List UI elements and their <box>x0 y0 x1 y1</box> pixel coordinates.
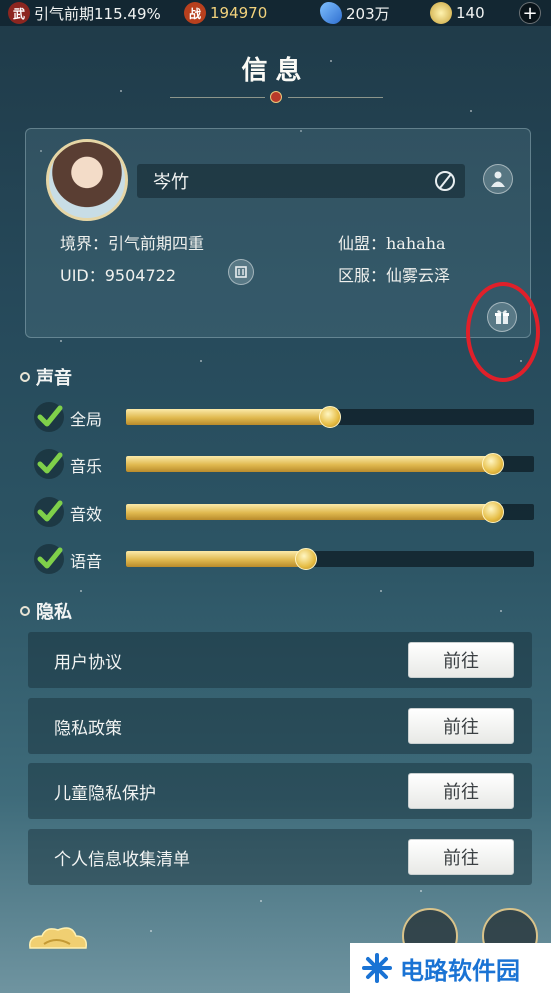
child-privacy-go-button[interactable]: 前往 <box>408 773 514 809</box>
jade-coin-icon <box>430 2 452 24</box>
privacy-row-info-collection: 个人信息收集清单 前往 <box>28 829 532 885</box>
uid-info: UID：9504722 <box>60 266 177 285</box>
highlight-circle <box>466 282 540 382</box>
privacy-row-child-privacy: 儿童隐私保护 前往 <box>28 763 532 819</box>
combat-power[interactable]: 战 194970 <box>184 0 267 26</box>
jade-counter[interactable]: 140 <box>430 0 485 26</box>
realm-progress[interactable]: 武 引气前期115.49% <box>8 0 161 26</box>
watermark-text: 电路软件园 <box>400 956 520 985</box>
sound-header-label: 声音 <box>36 368 72 389</box>
sound-slider-fill <box>126 409 330 425</box>
realm-info: 境界：引气前期四重 <box>60 234 205 253</box>
player-name: 岑竹 <box>153 172 189 193</box>
sound-slider-track[interactable] <box>126 453 534 475</box>
sound-slider-fill <box>126 504 494 520</box>
combat-power-icon: 战 <box>184 2 206 24</box>
row-label: 隐私政策 <box>54 718 122 739</box>
slider-knob-icon[interactable] <box>482 453 505 475</box>
sound-slider-label: 语音 <box>70 552 103 571</box>
title-divider-left <box>170 97 265 98</box>
privacy-row-privacy-policy: 隐私政策 前往 <box>28 698 532 754</box>
privacy-row-user-agreement: 用户协议 前往 <box>28 632 532 688</box>
privacy-header-label: 隐私 <box>36 602 72 623</box>
copy-uid-button[interactable] <box>228 259 254 285</box>
checkmark-icon <box>37 452 63 474</box>
realm-badge-icon: 武 <box>8 2 30 24</box>
title-gem-icon <box>270 91 282 103</box>
checkmark-icon <box>37 500 63 522</box>
combat-power-value: 194970 <box>210 4 268 22</box>
player-name-field[interactable]: 岑竹 <box>137 164 465 198</box>
copy-icon <box>235 266 247 278</box>
sound-slider-fill <box>126 551 306 567</box>
resource-bar: 武 引气前期115.49% 战 194970 203万 140 + <box>0 0 551 26</box>
sound-section-header: 声音 <box>20 364 72 390</box>
info-collection-go-button[interactable]: 前往 <box>408 839 514 875</box>
cloud-back-icon[interactable] <box>26 922 90 958</box>
sound-checkbox-1[interactable] <box>34 449 64 479</box>
sound-checkbox-0[interactable] <box>34 402 64 432</box>
row-label: 个人信息收集清单 <box>54 849 190 870</box>
rename-icon[interactable] <box>433 169 457 193</box>
sound-checkbox-2[interactable] <box>34 497 64 527</box>
user-agreement-go-button[interactable]: 前往 <box>408 642 514 678</box>
sound-slider-label: 全局 <box>70 410 103 429</box>
section-bullet-icon <box>20 372 30 382</box>
spirit-stone-counter[interactable]: 203万 <box>320 0 390 26</box>
checkmark-icon <box>37 547 63 569</box>
spirit-stone-value: 203万 <box>346 4 390 23</box>
slider-knob-icon[interactable] <box>482 501 505 523</box>
page-title: 信息 <box>241 56 310 86</box>
section-bullet-icon <box>20 606 30 616</box>
realm-progress-text: 引气前期115.49% <box>34 4 161 23</box>
row-label: 用户协议 <box>54 652 122 673</box>
sound-checkbox-3[interactable] <box>34 544 64 574</box>
server-info: 区服：仙雾云泽 <box>338 266 451 285</box>
spirit-stone-icon <box>320 2 342 24</box>
sound-slider-track[interactable] <box>126 548 534 570</box>
title-divider-right <box>288 97 383 98</box>
avatar[interactable] <box>46 139 128 221</box>
jade-value: 140 <box>456 4 485 22</box>
row-label: 儿童隐私保护 <box>54 783 156 804</box>
sound-slider-track[interactable] <box>126 406 534 428</box>
sound-slider-label: 音效 <box>70 505 103 524</box>
site-watermark: 电路软件园 <box>350 943 551 993</box>
character-silhouette-icon <box>491 171 505 187</box>
sound-slider-fill <box>126 456 494 472</box>
sound-slider-label: 音乐 <box>70 457 103 476</box>
checkmark-icon <box>37 405 63 427</box>
sound-slider-track[interactable] <box>126 501 534 523</box>
change-outfit-button[interactable] <box>483 164 513 194</box>
slider-knob-icon[interactable] <box>319 406 341 428</box>
add-currency-button[interactable]: + <box>519 2 541 24</box>
privacy-policy-go-button[interactable]: 前往 <box>408 708 514 744</box>
watermark-logo-icon <box>362 953 392 983</box>
privacy-section-header: 隐私 <box>20 598 72 624</box>
slider-knob-icon[interactable] <box>294 548 317 570</box>
alliance-info: 仙盟：hahaha <box>338 234 446 253</box>
